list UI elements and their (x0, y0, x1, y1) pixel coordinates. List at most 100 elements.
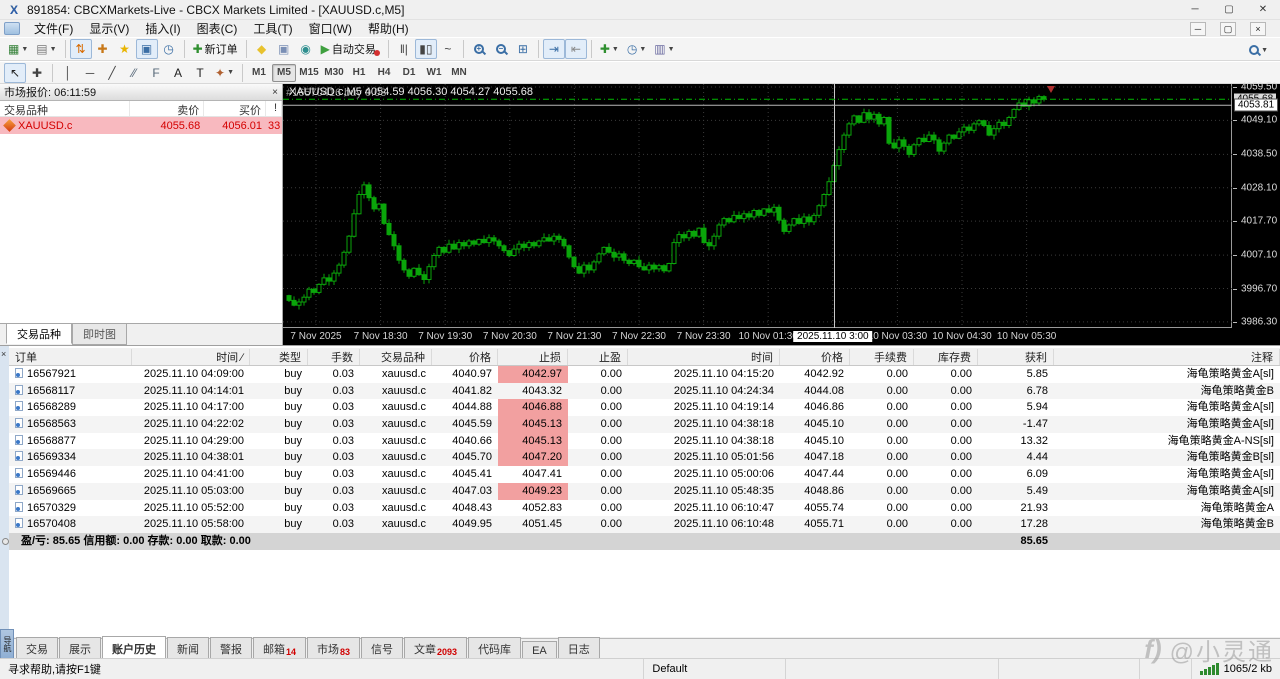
column-header-0[interactable]: 订单 (9, 348, 132, 365)
column-header-1[interactable]: 时间 ∕ (132, 348, 250, 365)
timeframe-h4-button[interactable]: H4 (372, 64, 396, 82)
new-order-button[interactable]: ✚ 新订单 (189, 39, 242, 59)
chart-shift-button[interactable]: ⇤ (564, 39, 587, 59)
periods-caret-icon[interactable]: ▼ (639, 46, 646, 53)
data-window-toggle-button[interactable]: ✚ (92, 39, 114, 59)
timeframe-mn-button[interactable]: MN (447, 64, 471, 82)
templates-button[interactable]: ▥ ▼ (650, 39, 678, 59)
terminal-tab-代码库[interactable]: 代码库 (468, 637, 522, 659)
search-button[interactable]: ▼ (1245, 40, 1272, 60)
crosshair-tool-button[interactable]: ✚ (26, 63, 48, 83)
arrows-tool-button[interactable]: ✦ ▼ (211, 63, 238, 83)
history-row[interactable]: 16569446 2025.11.10 04:41:00 buy 0.03 xauusd… (9, 466, 1280, 483)
terminal-tab-信号[interactable]: 信号 (361, 637, 404, 659)
column-header-8[interactable]: 时间 (628, 348, 780, 365)
horizontal-line-tool-button[interactable]: ─ (79, 63, 101, 83)
arrows-tool-caret-icon[interactable]: ▼ (227, 69, 234, 76)
history-row[interactable]: 16568289 2025.11.10 04:17:00 buy 0.03 xauusd… (9, 399, 1280, 417)
auto-scroll-button[interactable]: ⇥ (542, 39, 565, 59)
terminal-tab-账户历史[interactable]: 账户历史 (102, 636, 166, 659)
terminal-tab-EA[interactable]: EA (522, 641, 557, 659)
market-watch-close-icon[interactable]: × (272, 87, 278, 98)
terminal-tab-市场[interactable]: 市场 83 (307, 637, 361, 659)
menu-工具[interactable]: 工具(T) (245, 21, 300, 37)
menu-显示[interactable]: 显示(V) (81, 21, 137, 37)
menu-插入[interactable]: 插入(I) (137, 21, 188, 37)
strategy-tester-toggle-button[interactable]: ◷ (158, 39, 180, 59)
label-tool-button[interactable]: T (189, 63, 211, 83)
history-row[interactable]: 16568877 2025.11.10 04:29:00 buy 0.03 xauusd… (9, 432, 1280, 450)
menu-窗口[interactable]: 窗口(W) (301, 21, 360, 37)
terminal-tab-展示[interactable]: 展示 (59, 637, 101, 659)
search-caret-icon[interactable]: ▼ (1261, 47, 1268, 54)
column-header-13[interactable]: 注释 (1054, 348, 1280, 365)
market-watch-tab-即时图[interactable]: 即时图 (72, 324, 127, 345)
new-chart-caret-icon[interactable]: ▼ (21, 46, 28, 53)
history-row[interactable]: 16568117 2025.11.10 04:14:01 buy 0.03 xauusd… (9, 382, 1280, 400)
column-header-9[interactable]: 价格 (780, 348, 850, 365)
terminal-close-icon[interactable]: × (1, 349, 6, 359)
maximize-button[interactable]: ▢ (1212, 0, 1246, 20)
autotrading-button[interactable]: ▶ 自动交易 (317, 39, 384, 59)
timeframe-m1-button[interactable]: M1 (247, 64, 271, 82)
mdi-close-button[interactable]: × (1250, 21, 1266, 36)
market-watch-tab-交易品种[interactable]: 交易品种 (6, 324, 72, 344)
history-row[interactable]: 16568563 2025.11.10 04:22:02 buy 0.03 xauusd… (9, 416, 1280, 433)
tile-windows-button[interactable]: ⊞ (512, 39, 534, 59)
community-button[interactable]: ◉ (295, 39, 317, 59)
column-header-7[interactable]: 止盈 (568, 348, 628, 365)
market-watch-header[interactable]: 市场报价: 06:11:59 × (0, 84, 282, 101)
zoom-out-button[interactable]: − (490, 39, 512, 59)
terminal-tab-邮箱[interactable]: 邮箱 14 (253, 637, 307, 659)
history-row[interactable]: 16570329 2025.11.10 05:52:00 buy 0.03 xauusd… (9, 500, 1280, 517)
candle-chart-mode-button[interactable]: ▮▯ (414, 39, 437, 59)
bar-chart-mode-button[interactable]: ‖| (393, 39, 415, 59)
navigator-toggle-button[interactable]: ★ (114, 39, 136, 59)
terminal-tab-警报[interactable]: 警报 (210, 637, 252, 659)
history-row[interactable]: 16569665 2025.11.10 05:03:00 buy 0.03 xauusd… (9, 482, 1280, 500)
history-row[interactable]: 16569334 2025.11.10 04:38:01 buy 0.03 xauusd… (9, 449, 1280, 467)
timeframe-h1-button[interactable]: H1 (347, 64, 371, 82)
column-header-3[interactable]: 手数 (308, 348, 360, 365)
terminal-tab-文章[interactable]: 文章 2093 (404, 637, 468, 659)
column-header-12[interactable]: 获利 (978, 348, 1054, 365)
terminal-tab-交易[interactable]: 交易 (16, 637, 58, 659)
menu-图表[interactable]: 图表(C) (189, 21, 246, 37)
column-header-6[interactable]: 止损 (498, 348, 568, 365)
new-chart-button[interactable]: ▦ ▼ (4, 39, 32, 59)
zoom-in-button[interactable]: + (468, 39, 490, 59)
profiles-button[interactable]: ▤ ▼ (32, 39, 60, 59)
metaeditor-button[interactable]: ◆ (251, 39, 273, 59)
timeframe-m15-button[interactable]: M15 (297, 64, 321, 82)
navigator-side-tab[interactable]: 导航 (0, 629, 14, 659)
column-header-5[interactable]: 价格 (432, 348, 498, 365)
column-header-2[interactable]: 类型 (250, 348, 308, 365)
timeframe-m5-button[interactable]: M5 (272, 63, 296, 82)
timeframe-d1-button[interactable]: D1 (397, 64, 421, 82)
equidistant-channel-tool-button[interactable]: ⁄⁄ (123, 63, 145, 83)
menu-文件[interactable]: 文件(F) (26, 21, 81, 37)
column-header-11[interactable]: 库存费 (914, 348, 978, 365)
line-chart-mode-button[interactable]: ~ (437, 39, 459, 59)
menu-帮助[interactable]: 帮助(H) (360, 21, 417, 37)
cursor-tool-button[interactable]: ↖ (4, 62, 26, 83)
indicators-list-button[interactable]: ✚ ▼ (596, 39, 623, 59)
chart-plot-area[interactable]: #16570416 buy 0.03 XAUUSD.c,M5 4054.59 4… (283, 84, 1232, 328)
status-profile[interactable]: Default (644, 659, 786, 679)
close-button[interactable]: ✕ (1246, 0, 1280, 20)
minimize-button[interactable]: ─ (1178, 0, 1212, 20)
column-header-10[interactable]: 手续费 (850, 348, 914, 365)
mdi-restore-button[interactable]: ▢ (1220, 21, 1236, 36)
column-header-4[interactable]: 交易品种 (360, 348, 432, 365)
terminal-tab-日志[interactable]: 日志 (557, 637, 600, 659)
timeframe-m30-button[interactable]: M30 (322, 64, 346, 82)
styler-button[interactable]: ▣ (273, 39, 295, 59)
timeframe-w1-button[interactable]: W1 (422, 64, 446, 82)
periods-button[interactable]: ◷ ▼ (623, 39, 650, 59)
indicators-list-caret-icon[interactable]: ▼ (612, 46, 619, 53)
fibonacci-tool-button[interactable]: F (145, 63, 167, 83)
market-watch-toggle-button[interactable]: ⇅ (69, 39, 92, 59)
text-tool-button[interactable]: A (167, 63, 189, 83)
trendline-tool-button[interactable]: ╱ (101, 63, 123, 83)
mdi-minimize-button[interactable]: ─ (1190, 21, 1206, 36)
